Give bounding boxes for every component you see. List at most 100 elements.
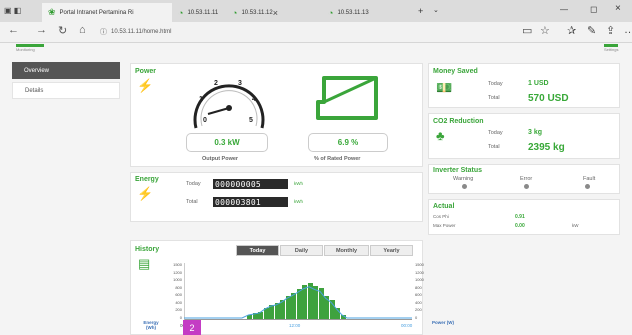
refresh-icon[interactable]: ↻	[58, 24, 67, 37]
y-tick: 0	[179, 314, 182, 320]
tab-label: Portal Intranet Pertamina Ri	[59, 9, 134, 16]
money-total-value: 570 USD	[528, 93, 569, 104]
tab-actions-icon[interactable]: ▣ ◧	[4, 6, 21, 15]
logo-text: Monitoring	[16, 47, 35, 52]
y-tick: 200	[175, 307, 182, 313]
favorite-star-icon[interactable]: ☆	[540, 24, 550, 37]
money-icon: 💵	[436, 80, 453, 95]
rated-label: % of Rated Power	[314, 156, 361, 162]
tab-label: Monthly	[335, 247, 358, 254]
tab-portal[interactable]: ❀ Portal Intranet Pertamina Ri	[42, 3, 172, 22]
step-badge: 2	[183, 320, 201, 335]
gauge-tick: 4	[252, 96, 256, 103]
pen-icon[interactable]: ✎	[587, 24, 596, 37]
error-indicator	[524, 184, 529, 189]
y-tick: 600	[415, 292, 422, 298]
rated-value: 6.9 %	[337, 138, 359, 147]
sidebar-item-label: Overview	[24, 67, 50, 74]
warning-label: Warning	[453, 176, 474, 182]
tab-10-53-11-12[interactable]: ◔ 10.53.11.12	[226, 3, 326, 22]
edge-icon: ◔	[232, 7, 238, 18]
home-icon[interactable]: ⌂	[79, 24, 86, 36]
energy-today-label: Today	[186, 181, 201, 187]
y-tick: 1200	[415, 269, 424, 275]
sidebar-item-overview[interactable]: Overview	[12, 62, 120, 79]
tab-today[interactable]: Today	[236, 245, 279, 256]
energy-total-counter: 000003801	[213, 197, 288, 207]
tab-label: 10.53.11.12	[241, 9, 273, 16]
tab-label: Today	[249, 247, 266, 254]
cos-phi-value: 0.91	[515, 214, 525, 220]
more-icon[interactable]: …	[624, 24, 632, 36]
x-tick: 00:00	[401, 323, 413, 328]
y-tick: 1000	[415, 277, 424, 283]
edge-icon: ◔	[178, 7, 184, 18]
money-title: Money Saved	[433, 68, 478, 75]
tab-label: Daily	[294, 247, 309, 254]
power-plug-icon: ⚡	[137, 78, 154, 93]
url-text: 10.53.11.11/home.html	[111, 29, 172, 35]
inverter-title: Inverter Status	[433, 167, 483, 174]
rated-power-indicator	[316, 76, 378, 120]
tab-yearly[interactable]: Yearly	[370, 245, 413, 256]
power-axis-label: Power (W)	[432, 320, 454, 325]
energy-today-counter: 000000005	[213, 179, 288, 189]
gauge-tick: 2	[214, 80, 218, 87]
co2-today-value: 3 kg	[528, 129, 543, 136]
fault-indicator	[585, 184, 590, 189]
tree-icon: ♣	[436, 128, 445, 143]
sidebar-item-details[interactable]: Details	[12, 82, 120, 99]
power-line	[184, 286, 412, 319]
y-tick: 1500	[415, 262, 424, 267]
favorites-hub-icon[interactable]: ✰	[567, 24, 576, 37]
money-total-label: Total	[488, 95, 500, 101]
y-tick: 1200	[173, 269, 182, 275]
co2-today-label: Today	[488, 130, 503, 136]
y-tick: 1500	[173, 262, 182, 267]
co2-total-label: Total	[488, 144, 500, 150]
max-power-label: Max Power	[433, 223, 456, 228]
settings-text[interactable]: Settings	[604, 47, 618, 52]
forward-icon[interactable]: →	[36, 24, 47, 36]
url-field[interactable]: ⓘ 10.53.11.11/home.html	[100, 25, 530, 39]
minimize-icon[interactable]: —	[560, 5, 568, 14]
edge-icon: ◔	[328, 7, 334, 18]
y-tick: 200	[415, 307, 422, 313]
tab-10-53-11-13[interactable]: ◔ 10.53.11.13	[322, 3, 412, 22]
tab-label: Yearly	[383, 247, 400, 254]
energy-today-unit: kWh	[294, 181, 303, 186]
gauge-tick: 5	[249, 117, 253, 124]
power-title: Power	[135, 68, 157, 75]
history-chart-icon: ▤	[138, 256, 151, 271]
y-tick: 800	[415, 284, 422, 290]
tab-daily[interactable]: Daily	[280, 245, 323, 256]
rated-value-box: 6.9 %	[308, 133, 388, 152]
money-today-value: 1 USD	[528, 80, 549, 87]
reading-view-icon[interactable]: ▭	[522, 24, 532, 37]
back-icon[interactable]: ←	[8, 24, 19, 36]
gauge-tick: 3	[238, 80, 242, 87]
share-icon[interactable]: ⇪	[606, 24, 615, 37]
window-close-icon[interactable]: ×	[615, 3, 621, 14]
co2-total-value: 2395 kg	[528, 142, 565, 153]
gauge-needle	[207, 107, 230, 115]
warning-indicator	[462, 184, 467, 189]
tab-monthly[interactable]: Monthly	[324, 245, 369, 256]
actual-title: Actual	[433, 203, 455, 210]
badge-text: 2	[189, 322, 195, 333]
output-value: 0.3 kW	[214, 138, 240, 147]
sidebar-item-label: Details	[25, 87, 44, 94]
cos-phi-label: Cos Phi	[433, 214, 449, 219]
output-label: Output Power	[202, 156, 239, 162]
co2-title: CO2 Reduction	[433, 118, 484, 125]
new-tab-icon[interactable]: +	[418, 6, 423, 16]
y-tick: 400	[415, 299, 422, 305]
y-tick: 400	[175, 299, 182, 305]
energy-total-unit: kWh	[294, 199, 303, 204]
energy-plug-icon: ⚡	[137, 186, 154, 201]
tab-list-icon[interactable]: ⌄	[433, 6, 439, 14]
energy-total-label: Total	[186, 199, 198, 205]
maximize-icon[interactable]: ◻	[590, 4, 597, 15]
tab-label: 10.53.11.11	[187, 9, 219, 16]
y-right-axis: 1500 1200 1000 800 600 400 200 0	[415, 262, 429, 320]
